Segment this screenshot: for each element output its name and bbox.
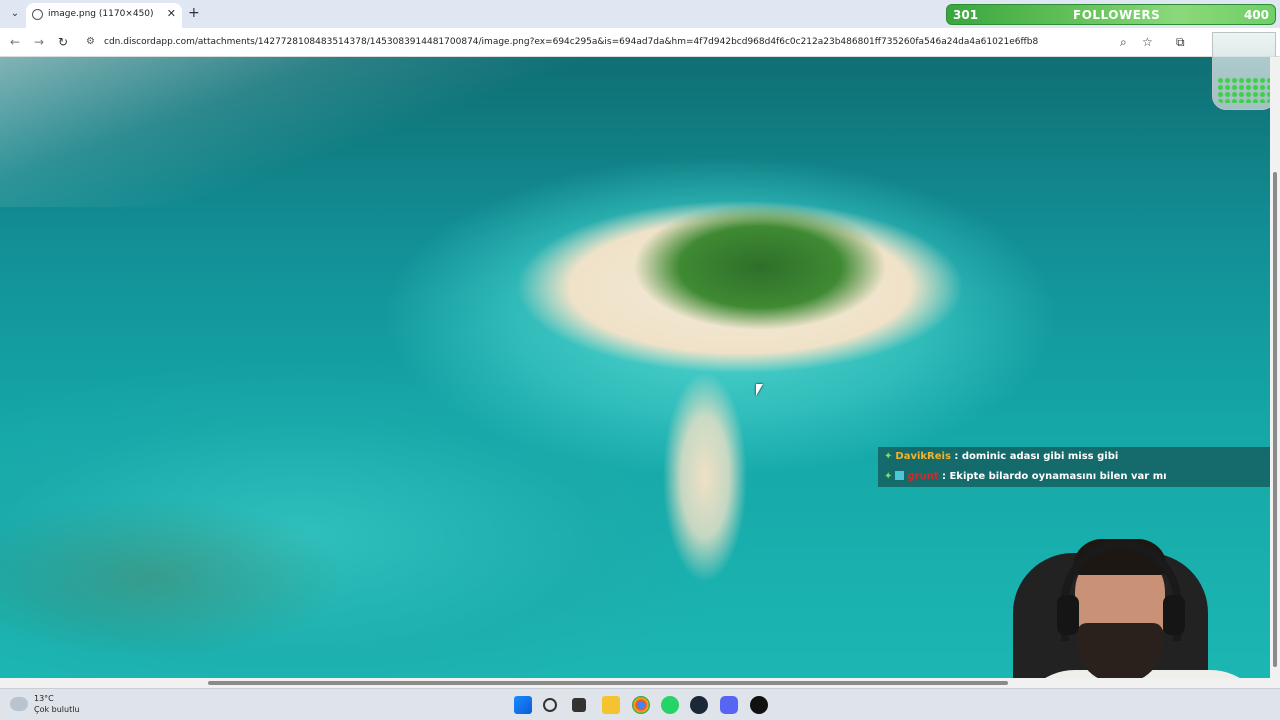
new-tab-button[interactable]: +: [188, 5, 200, 21]
chat-text: : Ekipte bilardo oynamasını bilen var mı: [941, 471, 1167, 482]
temperature: 13°C: [34, 694, 54, 703]
tip-jar-widget: [1212, 32, 1276, 110]
jar-contents: [1217, 77, 1273, 103]
followers-label: FOLLOWERS: [1073, 8, 1161, 22]
reef-shadows: [0, 317, 620, 677]
windows-taskbar: 13°C Çok bulutlu: [0, 688, 1280, 720]
scrollbar-thumb[interactable]: [1273, 172, 1277, 667]
subscriber-badge-icon: [895, 471, 905, 480]
followers-count: 301: [953, 8, 979, 22]
tab-title: image.png (1170×450): [48, 9, 154, 19]
headset-earcup: [1057, 595, 1079, 635]
extensions-icon[interactable]: ⧉: [1176, 35, 1185, 50]
tab-image[interactable]: image.png (1170×450) ✕: [26, 3, 182, 28]
search-icon[interactable]: [543, 698, 557, 712]
close-tab-icon[interactable]: ✕: [167, 3, 176, 25]
windows-start-icon[interactable]: [514, 696, 532, 714]
stream-chat: ✦ DavikReis : dominic adası gibi miss gib…: [878, 447, 1280, 487]
bookmark-star-icon[interactable]: ☆: [1142, 35, 1153, 49]
reload-icon[interactable]: ↻: [58, 35, 68, 49]
mouse-cursor-icon: [756, 384, 763, 396]
chat-message: ✦ grunt : Ekipte bilardo oynamasını bilen…: [878, 467, 1280, 487]
chat-text: : dominic adası gibi miss gibi: [954, 451, 1119, 462]
badge-icon: ✦: [884, 471, 893, 482]
vertical-scrollbar[interactable]: [1270, 57, 1280, 688]
horizontal-scrollbar[interactable]: [0, 678, 1270, 688]
surf-foam: [0, 57, 600, 207]
screen: ⌄ image.png (1170×450) ✕ + 301 FOLLOWERS…: [0, 0, 1280, 720]
followers-goal: 400: [1243, 8, 1269, 22]
weather-widget[interactable]: 13°C Çok bulutlu: [10, 694, 100, 718]
headset-earcup: [1163, 595, 1185, 635]
url-field[interactable]: cdn.discordapp.com/attachments/142772810…: [104, 37, 1038, 47]
obs-icon[interactable]: [750, 696, 768, 714]
followers-goal-overlay: 301 FOLLOWERS 400: [946, 4, 1276, 25]
forward-icon[interactable]: →: [34, 35, 44, 49]
globe-icon: [32, 9, 43, 20]
chat-username: DavikReis: [895, 451, 951, 462]
file-explorer-icon[interactable]: [602, 696, 620, 714]
badge-icon: ✦: [884, 451, 893, 462]
weather-condition: Çok bulutlu: [34, 705, 80, 714]
steam-icon[interactable]: [690, 696, 708, 714]
whatsapp-icon[interactable]: [661, 696, 679, 714]
task-view-icon[interactable]: [572, 698, 586, 712]
chat-username: grunt: [907, 471, 939, 482]
address-bar: ← → ↻ ⚙ cdn.discordapp.com/attachments/1…: [0, 28, 1280, 57]
site-info-icon[interactable]: ⚙: [86, 36, 95, 47]
chat-message: ✦ DavikReis : dominic adası gibi miss gib…: [878, 447, 1280, 467]
back-icon[interactable]: ←: [10, 35, 20, 49]
tab-search-icon[interactable]: ⌄: [6, 6, 24, 22]
scrollbar-thumb[interactable]: [208, 681, 1008, 685]
chrome-icon[interactable]: [632, 696, 650, 714]
browser-tab-bar: ⌄ image.png (1170×450) ✕ + 301 FOLLOWERS…: [0, 0, 1280, 28]
cloud-icon: [10, 697, 28, 711]
zoom-icon[interactable]: ⌕: [1120, 35, 1127, 50]
discord-icon[interactable]: [720, 696, 738, 714]
